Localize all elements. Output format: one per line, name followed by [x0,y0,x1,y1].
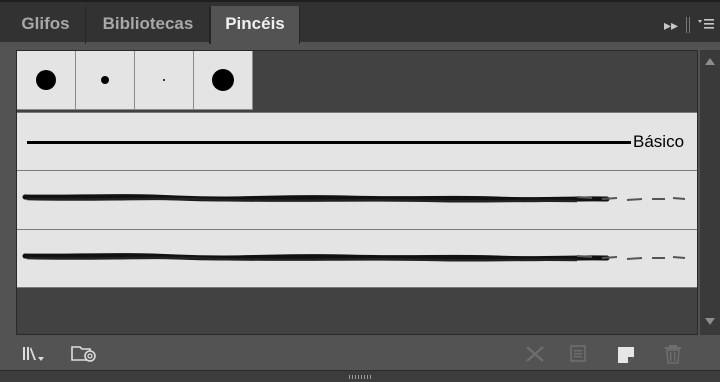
tabbar-controls: ▸▸ [658,6,720,44]
basic-stroke-preview [27,141,631,144]
brush-tip-icon [36,70,56,90]
scroll-down-icon[interactable] [705,318,715,325]
delete-brush-icon[interactable] [662,344,684,364]
tab-bar: Glifos Bibliotecas Pincéis ▸▸ [0,0,720,44]
basic-brush-label: Básico [633,132,685,151]
charcoal-brush-row[interactable] [17,170,697,229]
calligraphic-brush-large[interactable] [17,51,76,110]
brush-list: Básico [16,50,698,335]
brush-tip-icon [101,76,109,84]
brushes-panel: Glifos Bibliotecas Pincéis ▸▸ Básico [0,0,720,382]
new-brush-icon[interactable] [616,344,638,364]
resize-grip[interactable] [0,370,720,382]
calligraphic-brush-medium[interactable] [76,51,135,110]
brush-options-icon[interactable] [568,344,590,364]
panel-menu-icon[interactable] [692,17,720,33]
brush-tip-icon [212,69,234,91]
calligraphic-brush-small[interactable] [135,51,194,110]
tab-bibliotecas[interactable]: Bibliotecas [87,6,210,44]
charcoal-brush-row[interactable] [17,229,697,288]
libraries-panel-icon[interactable] [70,344,100,364]
grip-lines-icon [349,375,373,379]
remove-brush-stroke-icon[interactable] [524,344,546,364]
calligraphic-brush-xlarge[interactable] [194,51,253,110]
scroll-up-icon[interactable] [705,58,715,65]
calligraphic-brush-row [17,51,253,110]
tab-pinceis[interactable]: Pincéis [210,6,300,44]
brush-tip-icon [163,79,165,81]
brush-libraries-menu-icon[interactable] [22,344,44,364]
charcoal-stroke-preview [22,253,686,262]
bottom-toolbar [0,338,720,370]
tab-glifos[interactable]: Glifos [6,6,86,44]
basic-brush-row[interactable]: Básico [17,112,697,170]
collapse-icon[interactable]: ▸▸ [658,17,684,34]
charcoal-stroke-preview [22,194,686,203]
grip-separator [686,17,690,33]
vertical-scrollbar[interactable] [700,50,720,335]
